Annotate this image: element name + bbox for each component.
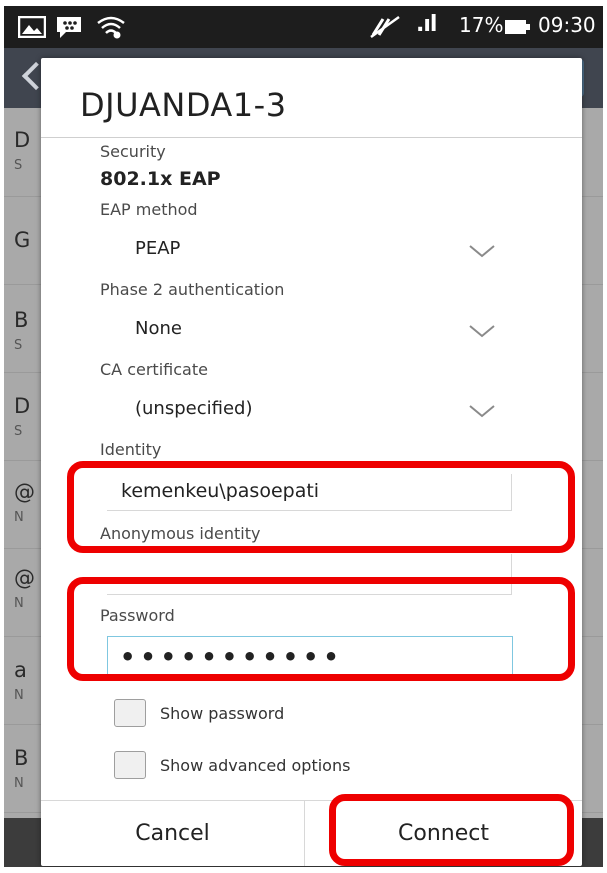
bbm-notification-icon xyxy=(57,17,81,38)
ca-certificate-value: (unspecified) xyxy=(135,398,253,419)
network-status: N xyxy=(14,596,24,611)
network-status: N xyxy=(14,688,24,703)
network-name: D xyxy=(14,128,31,152)
identity-label: Identity xyxy=(100,440,162,459)
phase2-label: Phase 2 authentication xyxy=(100,280,285,299)
password-highlight-box xyxy=(67,577,575,681)
battery-icon xyxy=(505,20,530,34)
chevron-down-icon xyxy=(469,325,495,338)
show-advanced-label[interactable]: Show advanced options xyxy=(160,756,350,775)
network-status: N xyxy=(14,776,24,791)
connect-highlight-box xyxy=(329,794,574,866)
network-status: S xyxy=(14,158,23,173)
show-password-label[interactable]: Show password xyxy=(160,704,284,723)
eap-method-label: EAP method xyxy=(100,200,198,219)
network-name: G xyxy=(14,228,31,252)
network-status: S xyxy=(14,338,23,353)
security-value: 802.1x EAP xyxy=(100,168,221,190)
clock: 09:30 xyxy=(538,13,596,37)
photo-notification-icon xyxy=(18,16,46,38)
show-password-checkbox[interactable] xyxy=(114,699,146,727)
eap-method-select[interactable]: PEAP xyxy=(100,226,520,272)
phase2-select[interactable]: None xyxy=(100,306,520,352)
phase2-value: None xyxy=(135,318,182,339)
eap-method-value: PEAP xyxy=(135,238,181,259)
network-status: N xyxy=(14,510,24,525)
mute-icon xyxy=(370,15,400,39)
network-name: B xyxy=(14,746,29,770)
show-advanced-checkbox[interactable] xyxy=(114,751,146,779)
network-status: S xyxy=(14,424,23,439)
wifi-icon xyxy=(97,16,125,39)
network-name: B xyxy=(14,308,29,332)
identity-highlight-box xyxy=(67,461,575,553)
ca-certificate-select[interactable]: (unspecified) xyxy=(100,386,520,432)
screen: .ıl 17% 09:30 D S G B S D S @ N @ N a N … xyxy=(4,6,603,867)
signal-strength-icon: .ıl xyxy=(416,12,437,37)
network-name: a xyxy=(14,658,27,682)
chevron-down-icon xyxy=(469,245,495,258)
network-name: @ xyxy=(14,566,35,590)
battery-percent: 17% xyxy=(459,13,504,37)
status-bar: .ıl 17% 09:30 xyxy=(4,6,603,48)
chevron-down-icon xyxy=(469,405,495,418)
ca-certificate-label: CA certificate xyxy=(100,360,208,379)
security-label: Security xyxy=(100,142,166,161)
divider xyxy=(41,137,582,138)
cancel-button[interactable]: Cancel xyxy=(41,801,304,866)
network-name: @ xyxy=(14,480,35,504)
dialog-title: DJUANDA1-3 xyxy=(80,86,287,124)
network-name: D xyxy=(14,394,31,418)
